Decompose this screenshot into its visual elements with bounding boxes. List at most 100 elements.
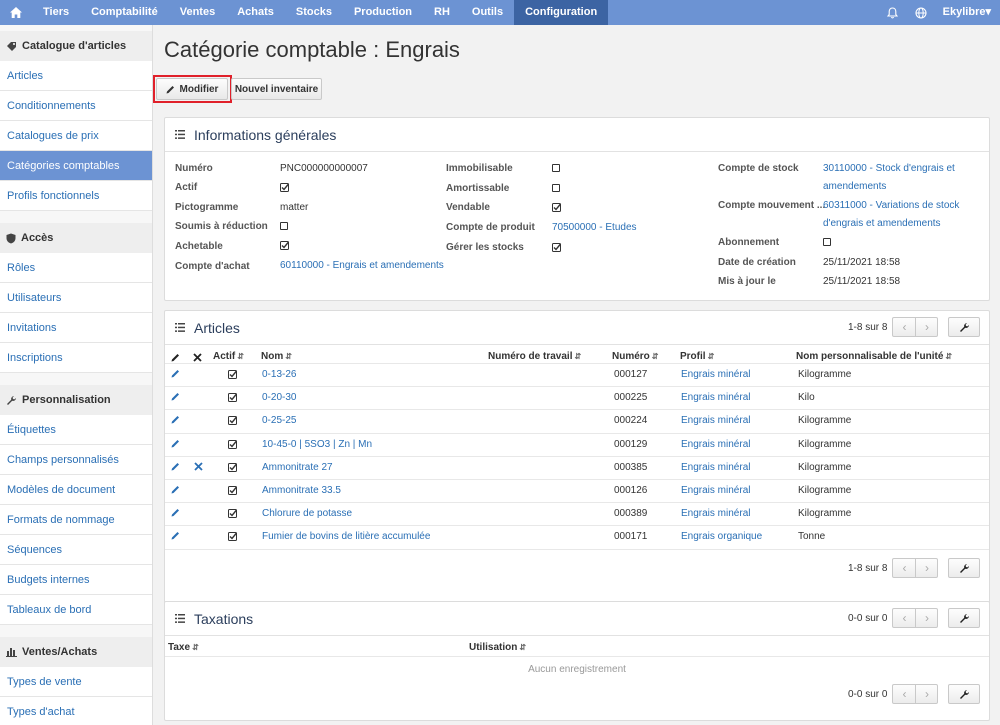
sidebar-item-catalogues-de-prix[interactable]: Catalogues de prix xyxy=(0,121,152,151)
table-row: 0-13-26 000127 Engrais minéral Kilogramme xyxy=(165,369,989,383)
pencil-icon xyxy=(171,393,179,401)
column-header-numero-travail[interactable]: Numéro de travail ⇵ xyxy=(488,351,581,362)
modify-label: Modifier xyxy=(179,83,219,95)
gerer-stocks-label: Gérer les stocks xyxy=(446,242,524,253)
nav-stocks[interactable]: Stocks xyxy=(285,0,343,25)
delete-row-button[interactable] xyxy=(194,462,203,474)
sidebar-item-inscriptions[interactable]: Inscriptions xyxy=(0,343,152,373)
article-profile-link[interactable]: Engrais minéral xyxy=(681,369,750,380)
nav-tiers[interactable]: Tiers xyxy=(32,0,80,25)
close-icon xyxy=(194,462,203,471)
sidebar-item-types-d-achat[interactable]: Types d'achat xyxy=(0,697,152,725)
user-menu[interactable]: Ekylibre▾ xyxy=(935,0,1000,25)
article-name-link[interactable]: 0-13-26 xyxy=(262,369,296,380)
sidebar-item-budgets-internes[interactable]: Budgets internes xyxy=(0,565,152,595)
edit-row-button[interactable] xyxy=(171,392,180,404)
language-button[interactable] xyxy=(907,0,935,25)
nav-outils[interactable]: Outils xyxy=(461,0,514,25)
nav-ventes[interactable]: Ventes xyxy=(169,0,226,25)
sidebar-item-types-de-vente[interactable]: Types de vente xyxy=(0,667,152,697)
previous-page-button[interactable]: ‹ xyxy=(893,559,915,577)
sidebar-item-invitations[interactable]: Invitations xyxy=(0,313,152,343)
sidebar-item-formats-de-nommage[interactable]: Formats de nommage xyxy=(0,505,152,535)
previous-page-button[interactable]: ‹ xyxy=(893,685,915,703)
article-profile-link[interactable]: Engrais minéral xyxy=(681,439,750,450)
column-header-utilisation[interactable]: Utilisation ⇵ xyxy=(469,642,526,653)
column-header-taxe[interactable]: Taxe ⇵ xyxy=(168,642,199,653)
article-unit: Kilogramme xyxy=(798,415,852,427)
sidebar-item-roles[interactable]: Rôles xyxy=(0,253,152,283)
article-name-link[interactable]: Ammonitrate 27 xyxy=(262,462,333,473)
next-page-button[interactable]: › xyxy=(915,609,937,627)
column-header-numero[interactable]: Numéro ⇵ xyxy=(612,351,659,362)
edit-row-button[interactable] xyxy=(171,531,180,543)
edit-row-button[interactable] xyxy=(171,462,180,474)
article-name-link[interactable]: 0-25-25 xyxy=(262,415,296,426)
home-icon xyxy=(10,7,22,18)
sidebar-item-tableaux-de-bord[interactable]: Tableaux de bord xyxy=(0,595,152,625)
sidebar-item-sequences[interactable]: Séquences xyxy=(0,535,152,565)
row-divider xyxy=(165,548,989,550)
previous-page-button[interactable]: ‹ xyxy=(893,609,915,627)
nav-achats[interactable]: Achats xyxy=(226,0,285,25)
article-name-link[interactable]: 10-45-0 | 5SO3 | Zn | Mn xyxy=(262,439,372,450)
article-profile-link[interactable]: Engrais minéral xyxy=(681,462,750,473)
sort-icon: ⇵ xyxy=(651,352,659,361)
sidebar-item-utilisateurs[interactable]: Utilisateurs xyxy=(0,283,152,313)
compte-produit-link[interactable]: 70500000 - Etudes xyxy=(552,219,637,237)
taxations-settings-button[interactable] xyxy=(948,608,980,628)
next-page-button[interactable]: › xyxy=(915,559,937,577)
column-header-actif[interactable]: Actif ⇵ xyxy=(213,351,244,362)
article-profile-link[interactable]: Engrais minéral xyxy=(681,392,750,403)
articles-settings-button[interactable] xyxy=(948,317,980,337)
nav-production[interactable]: Production xyxy=(343,0,423,25)
article-profile-link[interactable]: Engrais minéral xyxy=(681,415,750,426)
notifications-button[interactable] xyxy=(879,0,907,25)
article-profile-link[interactable]: Engrais minéral xyxy=(681,508,750,519)
sidebar-item-profils-fonctionnels[interactable]: Profils fonctionnels xyxy=(0,181,152,211)
compte-achat-link[interactable]: 60110000 - Engrais et amendements xyxy=(280,257,444,275)
compte-stock-link[interactable]: 30110000 - Stock d'engrais et amendement… xyxy=(823,160,983,196)
articles-settings-button-bottom[interactable] xyxy=(948,558,980,578)
edit-row-button[interactable] xyxy=(171,485,180,497)
column-header-profil[interactable]: Profil ⇵ xyxy=(680,351,714,362)
modify-button[interactable]: Modifier xyxy=(156,78,228,100)
sidebar-item-modeles-de-document[interactable]: Modèles de document xyxy=(0,475,152,505)
edit-row-button[interactable] xyxy=(171,369,180,381)
article-name-link[interactable]: Fumier de bovins de litière accumulée xyxy=(262,531,430,542)
compte-mouvement-line-1: 60311000 - Variations de stock xyxy=(823,200,960,211)
sidebar-item-conditionnements[interactable]: Conditionnements xyxy=(0,91,152,121)
column-header-label: Numéro xyxy=(612,351,650,362)
home-button[interactable] xyxy=(0,0,32,25)
article-name-link[interactable]: Ammonitrate 33.5 xyxy=(262,485,341,496)
nav-rh[interactable]: RH xyxy=(423,0,461,25)
sidebar-item-champs-personnalises[interactable]: Champs personnalisés xyxy=(0,445,152,475)
article-name-link[interactable]: Chlorure de potasse xyxy=(262,508,352,519)
previous-page-button[interactable]: ‹ xyxy=(893,318,915,336)
pictogramme-value: matter xyxy=(280,202,309,213)
column-header-label: Utilisation xyxy=(469,642,518,653)
info-panel-header: Informations générales xyxy=(165,118,989,152)
new-inventory-button[interactable]: Nouvel inventaire xyxy=(231,78,322,100)
info-panel: Informations générales Numéro PNC0000000… xyxy=(164,117,990,301)
sidebar-item-categories-comptables[interactable]: Catégories comptables xyxy=(0,151,152,181)
next-page-button[interactable]: › xyxy=(915,685,937,703)
article-profile-link[interactable]: Engrais organique xyxy=(681,531,762,542)
nav-configuration[interactable]: Configuration xyxy=(514,0,609,25)
edit-row-button[interactable] xyxy=(171,439,180,451)
column-header-nom[interactable]: Nom ⇵ xyxy=(261,351,292,362)
nav-comptabilite[interactable]: Comptabilité xyxy=(80,0,169,25)
article-profile-link[interactable]: Engrais minéral xyxy=(681,485,750,496)
edit-row-button[interactable] xyxy=(171,508,180,520)
checkbox-checked-icon xyxy=(228,439,238,449)
compte-mouvement-link[interactable]: 60311000 - Variations de stock d'engrais… xyxy=(823,197,983,233)
pencil-icon xyxy=(166,85,174,93)
article-name-link[interactable]: 0-20-30 xyxy=(262,392,296,403)
next-page-button[interactable]: › xyxy=(915,318,937,336)
checkbox-checked-icon xyxy=(228,532,238,542)
sidebar-item-articles[interactable]: Articles xyxy=(0,61,152,91)
column-header-unite[interactable]: Nom personnalisable de l'unité ⇵ xyxy=(796,351,952,362)
taxations-settings-button-bottom[interactable] xyxy=(948,684,980,704)
sidebar-item-etiquettes[interactable]: Étiquettes xyxy=(0,415,152,445)
edit-row-button[interactable] xyxy=(171,415,180,427)
